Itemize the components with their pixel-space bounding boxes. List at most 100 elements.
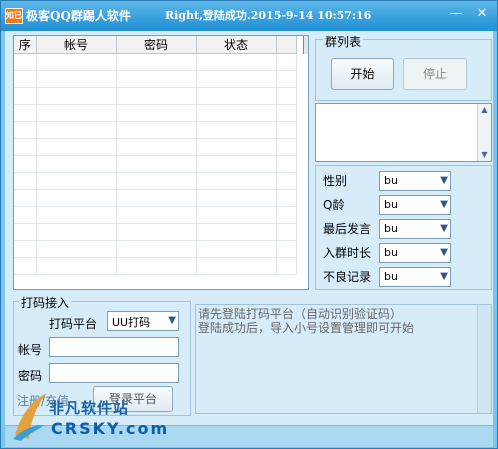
table-cell[interactable] [36, 87, 117, 105]
table-cell[interactable] [14, 87, 37, 105]
platform-select[interactable]: UU打码 ▼ [107, 311, 179, 331]
table-cell[interactable] [36, 189, 117, 207]
table-cell[interactable] [116, 155, 197, 173]
table-row[interactable] [14, 206, 297, 224]
table-cell[interactable] [36, 70, 117, 88]
column-header-account[interactable]: 帐号 [36, 36, 117, 54]
table-cell[interactable] [276, 87, 297, 105]
table-cell[interactable] [116, 240, 197, 258]
table-row[interactable] [14, 257, 297, 275]
table-cell[interactable] [14, 240, 37, 258]
table-row[interactable] [14, 240, 297, 258]
table-cell[interactable] [196, 155, 277, 173]
table-cell[interactable] [36, 240, 117, 258]
table-cell[interactable] [14, 257, 37, 275]
table-cell[interactable] [116, 223, 197, 241]
start-button[interactable]: 开始 [331, 58, 394, 90]
table-row[interactable] [14, 138, 297, 156]
table-cell[interactable] [196, 121, 277, 139]
table-cell[interactable] [196, 240, 277, 258]
table-cell[interactable] [276, 121, 297, 139]
table-cell[interactable] [116, 138, 197, 156]
table-cell[interactable] [116, 121, 197, 139]
table-row[interactable] [14, 223, 297, 241]
table-cell[interactable] [116, 206, 197, 224]
account-table[interactable]: 序 帐号 密码 状态 [14, 36, 297, 275]
table-cell[interactable] [276, 70, 297, 88]
captcha-password-input[interactable] [49, 363, 179, 383]
group-listbox[interactable]: ▲ ▼ [315, 103, 492, 162]
table-cell[interactable] [36, 206, 117, 224]
table-cell[interactable] [14, 104, 37, 122]
table-cell[interactable] [116, 257, 197, 275]
filter-select-gender[interactable]: bu ▼ [379, 171, 451, 191]
account-grid[interactable]: 序 帐号 密码 状态 [13, 35, 309, 290]
minimize-button[interactable]: — [445, 5, 467, 23]
table-cell[interactable] [116, 172, 197, 190]
table-cell[interactable] [276, 223, 297, 241]
scroll-down-icon[interactable]: ▼ [478, 149, 491, 161]
table-cell[interactable] [196, 138, 277, 156]
captcha-account-input[interactable] [49, 337, 179, 357]
table-row[interactable] [14, 70, 297, 88]
table-cell[interactable] [14, 223, 37, 241]
table-row[interactable] [14, 53, 297, 71]
column-header-status[interactable]: 状态 [196, 36, 277, 54]
table-row[interactable] [14, 189, 297, 207]
filter-select-last-speak[interactable]: bu ▼ [379, 219, 451, 239]
close-button[interactable]: ✕ [471, 5, 493, 23]
table-cell[interactable] [14, 138, 37, 156]
table-cell[interactable] [36, 172, 117, 190]
title-bar[interactable]: 知已 极客QQ群踢人软件 Right,登陆成功.2015-9-14 10:57:… [1, 1, 497, 31]
column-header-index[interactable]: 序 [14, 36, 37, 54]
table-cell[interactable] [196, 53, 277, 71]
table-row[interactable] [14, 121, 297, 139]
table-cell[interactable] [36, 155, 117, 173]
table-cell[interactable] [116, 189, 197, 207]
table-row[interactable] [14, 87, 297, 105]
table-cell[interactable] [196, 70, 277, 88]
table-cell[interactable] [14, 121, 37, 139]
table-cell[interactable] [36, 104, 117, 122]
table-cell[interactable] [276, 155, 297, 173]
table-cell[interactable] [196, 206, 277, 224]
table-row[interactable] [14, 172, 297, 190]
stop-button[interactable]: 停止 [403, 58, 467, 90]
table-cell[interactable] [276, 240, 297, 258]
table-cell[interactable] [276, 189, 297, 207]
table-cell[interactable] [276, 172, 297, 190]
table-cell[interactable] [14, 172, 37, 190]
table-cell[interactable] [276, 138, 297, 156]
scroll-up-icon[interactable]: ▲ [478, 104, 491, 116]
table-cell[interactable] [196, 104, 277, 122]
table-row[interactable] [14, 155, 297, 173]
table-cell[interactable] [116, 104, 197, 122]
filter-select-bad-record[interactable]: bu ▼ [379, 267, 451, 287]
table-cell[interactable] [14, 155, 37, 173]
filter-select-qage[interactable]: bu ▼ [379, 195, 451, 215]
group-list-scrollbar[interactable]: ▲ ▼ [477, 104, 491, 161]
table-cell[interactable] [116, 70, 197, 88]
table-cell[interactable] [196, 223, 277, 241]
table-cell[interactable] [276, 104, 297, 122]
table-row[interactable] [14, 104, 297, 122]
table-cell[interactable] [36, 138, 117, 156]
table-cell[interactable] [36, 223, 117, 241]
table-cell[interactable] [196, 172, 277, 190]
column-header-password[interactable]: 密码 [116, 36, 197, 54]
table-cell[interactable] [116, 53, 197, 71]
table-cell[interactable] [36, 121, 117, 139]
table-cell[interactable] [196, 257, 277, 275]
log-textbox[interactable]: 请先登陆打码平台（自动识别验证码） 登陆成功后，导入小号设置管理即可开始 [195, 304, 492, 414]
table-cell[interactable] [14, 70, 37, 88]
table-cell[interactable] [14, 189, 37, 207]
table-cell[interactable] [196, 87, 277, 105]
table-cell[interactable] [116, 87, 197, 105]
table-cell[interactable] [36, 257, 117, 275]
table-cell[interactable] [276, 257, 297, 275]
grid-scrollbar[interactable] [303, 36, 308, 54]
log-scrollbar[interactable] [477, 305, 491, 413]
table-cell[interactable] [14, 206, 37, 224]
table-cell[interactable] [14, 53, 37, 71]
table-cell[interactable] [36, 53, 117, 71]
